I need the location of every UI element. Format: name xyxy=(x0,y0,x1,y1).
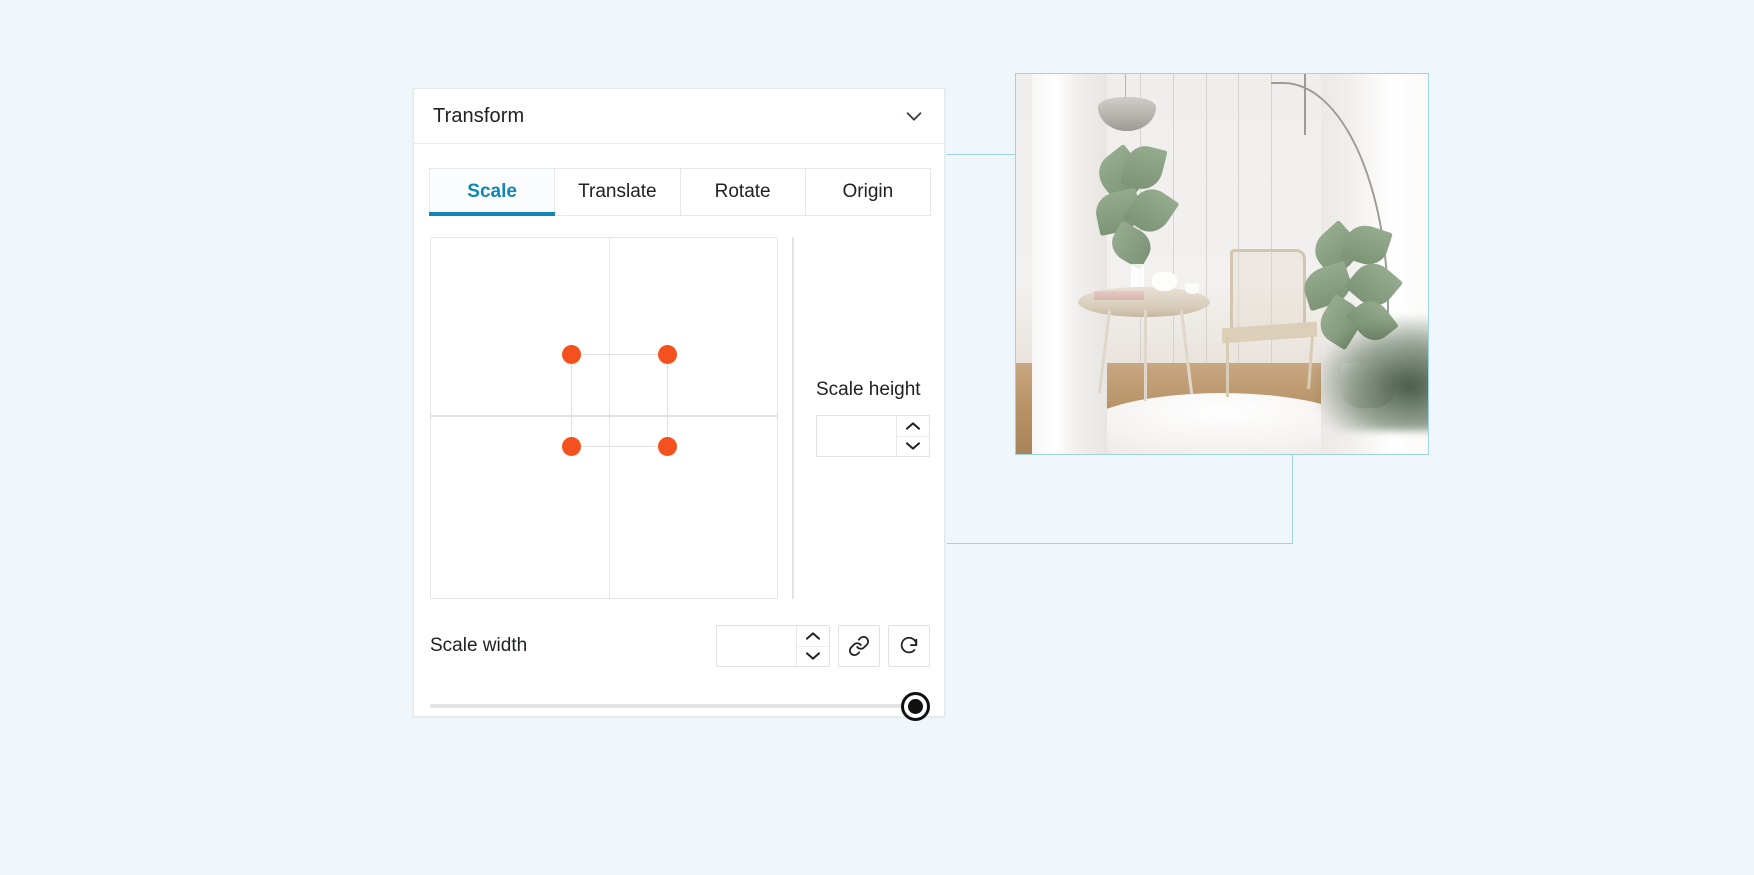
refresh-icon[interactable] xyxy=(888,625,930,667)
slider-track[interactable] xyxy=(430,704,930,708)
grid-line-vertical xyxy=(609,238,610,598)
slider-thumb[interactable] xyxy=(901,692,930,721)
scale-handle-top-left[interactable] xyxy=(562,345,581,364)
scale-height-label: Scale height xyxy=(816,379,921,400)
page-title: Transform xyxy=(433,104,525,127)
tab-origin[interactable]: Origin xyxy=(805,168,931,216)
scale-height-input[interactable] xyxy=(817,416,896,434)
tab-origin-label: Origin xyxy=(842,181,894,202)
book xyxy=(1094,290,1144,301)
tab-bar: Scale Translate Rotate Origin xyxy=(429,168,931,216)
chair-leg xyxy=(1226,336,1230,397)
panel-body: Scale height xyxy=(430,237,930,599)
chevron-up-icon[interactable] xyxy=(897,416,929,437)
scale-height-spin-buttons xyxy=(896,416,929,456)
teapot xyxy=(1151,271,1177,291)
link-icon[interactable] xyxy=(838,625,880,667)
scale-grid-canvas[interactable] xyxy=(430,237,779,599)
connector-line-top xyxy=(946,154,1016,155)
tab-rotate-label: Rotate xyxy=(714,181,771,202)
handle-connector-left xyxy=(571,354,572,447)
handle-connector-top xyxy=(571,354,667,355)
preview-image-frame[interactable] xyxy=(1015,73,1429,455)
table-leg xyxy=(1143,309,1147,401)
panel-header: Transform xyxy=(414,89,944,144)
scale-handle-top-right[interactable] xyxy=(658,345,677,364)
chevron-down-icon[interactable] xyxy=(897,437,929,457)
connector-line-bottom xyxy=(947,455,1293,544)
chevron-up-icon[interactable] xyxy=(797,626,829,647)
pendant-lamp-shade xyxy=(1098,96,1157,131)
handle-connector-bottom xyxy=(571,446,667,447)
tab-scale-label: Scale xyxy=(467,181,517,202)
scale-handle-bottom-right[interactable] xyxy=(658,437,677,456)
tab-translate-label: Translate xyxy=(578,181,657,202)
foreground-leaf xyxy=(1316,317,1428,432)
interior-room-photo xyxy=(1016,74,1428,454)
tab-scale[interactable]: Scale xyxy=(429,168,556,216)
transform-panel: Transform Scale Translate Rotate Origin xyxy=(413,88,945,721)
scale-height-stepper[interactable] xyxy=(816,415,930,457)
handle-connector-right xyxy=(667,354,668,447)
chevron-down-icon[interactable] xyxy=(797,647,829,667)
scale-handle-bottom-left[interactable] xyxy=(562,437,581,456)
tab-rotate[interactable]: Rotate xyxy=(680,168,806,216)
tab-translate[interactable]: Translate xyxy=(555,168,681,216)
scale-height-group: Scale height xyxy=(794,237,930,599)
chevron-down-icon[interactable] xyxy=(902,104,926,128)
scale-width-stepper[interactable] xyxy=(716,625,830,667)
scale-width-label: Scale width xyxy=(430,635,528,656)
scale-width-row: Scale width xyxy=(430,625,930,667)
scale-width-spin-buttons xyxy=(796,626,829,666)
scale-width-input[interactable] xyxy=(717,626,796,644)
grid-line-horizontal xyxy=(431,415,778,417)
scale-slider[interactable] xyxy=(430,689,930,723)
